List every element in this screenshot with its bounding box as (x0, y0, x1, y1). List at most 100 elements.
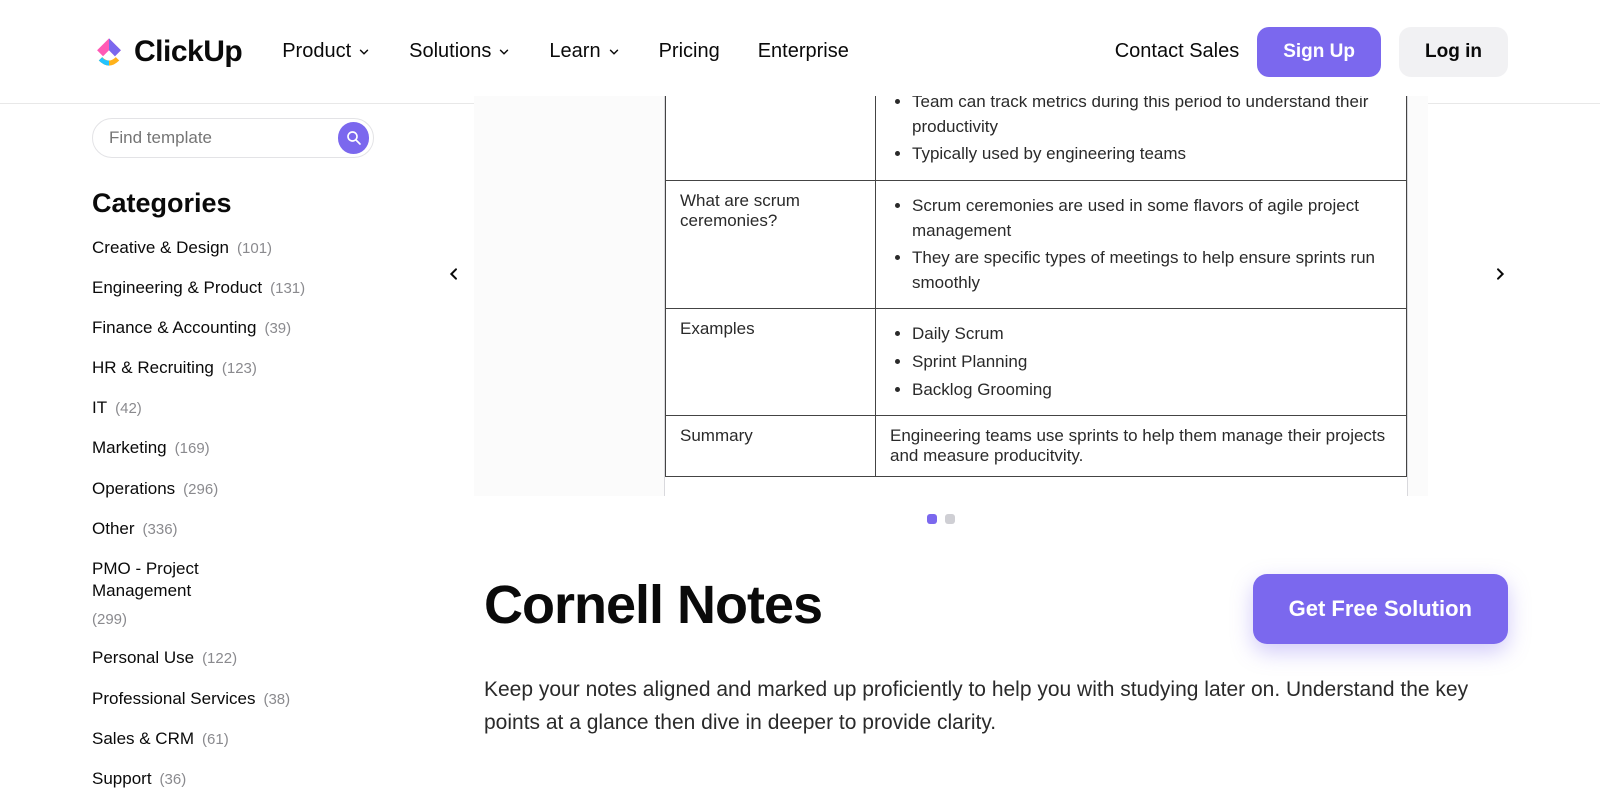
contact-sales-link[interactable]: Contact Sales (1115, 40, 1240, 63)
category-count: (131) (270, 279, 305, 299)
category-creative-design[interactable]: Creative & Design (101) (92, 237, 374, 259)
bullet: They are specific types of meetings to h… (912, 246, 1392, 295)
bullet: Team can track metrics during this perio… (912, 96, 1392, 139)
category-count: (101) (237, 239, 272, 259)
table-row: Examples Daily Scrum Sprint Planning Bac… (666, 309, 1407, 416)
category-label: Personal Use (92, 647, 194, 669)
category-finance-accounting[interactable]: Finance & Accounting (39) (92, 317, 374, 339)
category-label: Support (92, 768, 152, 790)
row-key: What are scrum ceremonies? (666, 180, 876, 309)
category-label: Engineering & Product (92, 277, 262, 299)
category-label: Other (92, 518, 135, 540)
nav-label: Pricing (659, 40, 720, 63)
row-value: Scrum ceremonies are used in some flavor… (876, 180, 1407, 309)
carousel-next[interactable] (1482, 256, 1518, 292)
category-label: Sales & CRM (92, 728, 194, 750)
chevron-down-icon (607, 45, 621, 59)
get-free-solution-button[interactable]: Get Free Solution (1253, 574, 1508, 644)
row-value: Engineering teams use sprints to help th… (876, 416, 1407, 477)
category-personal-use[interactable]: Personal Use (122) (92, 647, 374, 669)
simple-table-heading: Simple Table Template (665, 477, 1407, 496)
category-count: (122) (202, 649, 237, 669)
nav-label: Solutions (409, 40, 491, 63)
categories-heading: Categories (92, 188, 374, 219)
category-other[interactable]: Other (336) (92, 518, 374, 540)
category-label: HR & Recruiting (92, 357, 214, 379)
category-marketing[interactable]: Marketing (169) (92, 437, 374, 459)
category-label: Creative & Design (92, 237, 229, 259)
primary-nav: Product Solutions Learn Pricing Enterpri… (282, 40, 849, 63)
category-operations[interactable]: Operations (296) (92, 478, 374, 500)
category-count: (61) (202, 730, 229, 750)
category-label: PMO - Project Management (92, 558, 282, 602)
category-count: (296) (183, 480, 218, 500)
notes-table: Team can track metrics during this perio… (665, 96, 1407, 477)
top-nav: ClickUp Product Solutions Learn Pricing … (0, 0, 1600, 104)
nav-solutions[interactable]: Solutions (409, 40, 511, 63)
signup-button[interactable]: Sign Up (1257, 27, 1381, 77)
page-title: Cornell Notes (484, 574, 822, 636)
carousel-indicators (374, 514, 1508, 524)
search-input[interactable] (109, 128, 330, 148)
brand-name: ClickUp (134, 35, 242, 69)
table-row: Team can track metrics during this perio… (666, 96, 1407, 180)
notes-document: Team can track metrics during this perio… (664, 96, 1408, 496)
carousel-dot-2[interactable] (945, 514, 955, 524)
nav-label: Enterprise (758, 40, 849, 63)
nav-label: Learn (549, 40, 600, 63)
category-label: Professional Services (92, 688, 255, 710)
chevron-down-icon (357, 45, 371, 59)
category-count: (42) (115, 399, 142, 419)
category-sales-crm[interactable]: Sales & CRM (61) (92, 728, 374, 750)
table-row: Summary Engineering teams use sprints to… (666, 416, 1407, 477)
sidebar: Categories Creative & Design (101) Engin… (92, 104, 374, 790)
nav-enterprise[interactable]: Enterprise (758, 40, 849, 63)
top-actions: Contact Sales Sign Up Log in (1115, 27, 1508, 77)
category-support[interactable]: Support (36) (92, 768, 374, 790)
category-count: (36) (160, 770, 187, 790)
bullet: Scrum ceremonies are used in some flavor… (912, 194, 1392, 243)
category-it[interactable]: IT (42) (92, 397, 374, 419)
category-label: IT (92, 397, 107, 419)
bullet: Sprint Planning (912, 350, 1392, 375)
carousel-dot-1[interactable] (927, 514, 937, 524)
search-button[interactable] (338, 122, 369, 154)
row-key (666, 96, 876, 180)
carousel-prev[interactable] (436, 256, 472, 292)
category-hr-recruiting[interactable]: HR & Recruiting (123) (92, 357, 374, 379)
category-count: (39) (264, 319, 291, 339)
nav-learn[interactable]: Learn (549, 40, 620, 63)
carousel-slide: Team can track metrics during this perio… (474, 96, 1428, 496)
chevron-down-icon (497, 45, 511, 59)
chevron-left-icon (446, 266, 462, 282)
chevron-right-icon (1492, 266, 1508, 282)
row-key: Summary (666, 416, 876, 477)
categories-list: Creative & Design (101) Engineering & Pr… (92, 237, 374, 790)
template-carousel: Team can track metrics during this perio… (374, 96, 1508, 524)
row-key: Examples (666, 309, 876, 416)
bullet: Typically used by engineering teams (912, 142, 1392, 167)
table-row: What are scrum ceremonies? Scrum ceremon… (666, 180, 1407, 309)
category-count: (38) (263, 690, 290, 710)
main-content: Team can track metrics during this perio… (374, 104, 1508, 790)
category-count: (299) (92, 610, 127, 630)
row-value: Daily Scrum Sprint Planning Backlog Groo… (876, 309, 1407, 416)
template-description: Keep your notes aligned and marked up pr… (484, 674, 1508, 739)
category-label: Finance & Accounting (92, 317, 256, 339)
clickup-logo-icon (92, 35, 126, 69)
nav-label: Product (282, 40, 351, 63)
category-count: (169) (175, 439, 210, 459)
category-label: Operations (92, 478, 175, 500)
nav-product[interactable]: Product (282, 40, 371, 63)
bullet: Backlog Grooming (912, 378, 1392, 403)
bullet: Daily Scrum (912, 322, 1392, 347)
category-pmo[interactable]: PMO - Project Management (299) (92, 558, 282, 630)
category-professional-services[interactable]: Professional Services (38) (92, 688, 374, 710)
search-icon (345, 129, 363, 147)
category-engineering-product[interactable]: Engineering & Product (131) (92, 277, 374, 299)
nav-pricing[interactable]: Pricing (659, 40, 720, 63)
category-label: Marketing (92, 437, 167, 459)
template-search (92, 118, 374, 158)
brand-logo[interactable]: ClickUp (92, 35, 242, 69)
login-button[interactable]: Log in (1399, 27, 1508, 77)
